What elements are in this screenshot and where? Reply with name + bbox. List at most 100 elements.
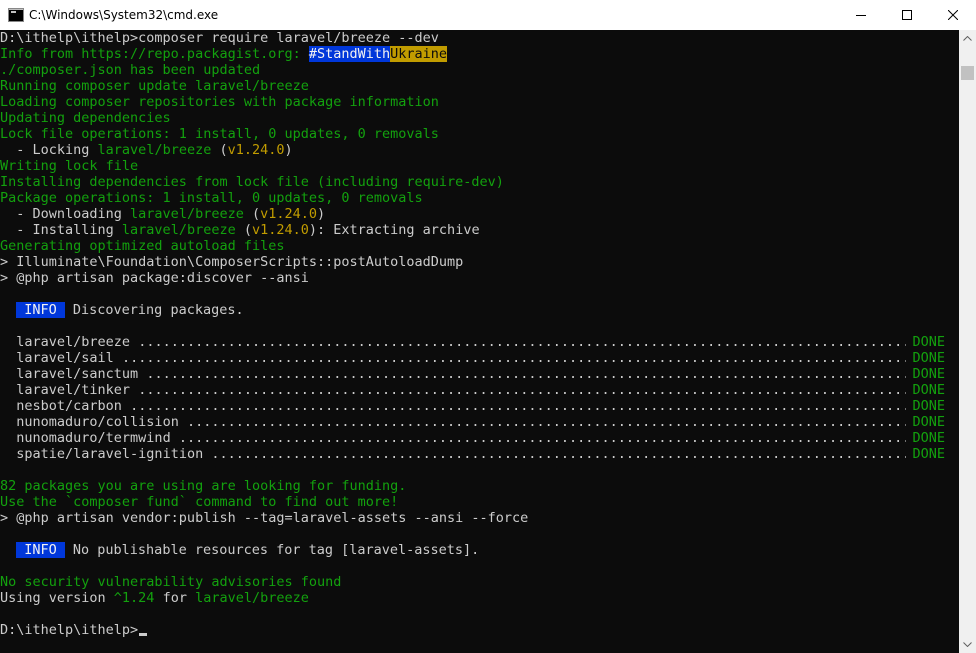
package-name: spatie/laravel-ignition <box>16 446 204 462</box>
console-text: v1.24.0 <box>260 206 318 222</box>
console-line: Using version ^1.24 for laravel/breeze <box>0 590 959 606</box>
console-text: ./composer.json has been updated <box>0 62 261 78</box>
package-name: laravel/sanctum <box>16 366 139 382</box>
leader-dots: nunomaduro/collision ...................… <box>16 414 906 430</box>
console-text: v1.24.0 <box>227 142 285 158</box>
console-line: Generating optimized autoload files <box>0 238 959 254</box>
window-title: C:\Windows\System32\cmd.exe <box>29 8 219 22</box>
package-name: laravel/tinker <box>16 382 131 398</box>
info-badge: INFO <box>16 302 65 318</box>
console-text: Updating dependencies <box>0 110 171 126</box>
cmd-icon <box>8 8 24 22</box>
console-line: Loading composer repositories with packa… <box>0 94 959 110</box>
console-text: Lock file operations: 1 install, 0 updat… <box>0 126 439 142</box>
console-text: - Installing <box>0 222 122 238</box>
info-badge: INFO <box>16 542 65 558</box>
scrollbar-thumb[interactable] <box>961 66 974 80</box>
package-name: nunomaduro/termwind <box>16 430 171 446</box>
close-icon <box>948 10 958 20</box>
status-done: DONE <box>912 366 945 382</box>
leader-dots: laravel/sail ...........................… <box>16 350 906 366</box>
prompt-text: D:\ithelp\ithelp> <box>0 622 139 638</box>
console-text: ( <box>211 142 228 158</box>
console-text: > @php artisan package:discover --ansi <box>0 270 309 286</box>
console-line: > @php artisan vendor:publish --tag=lara… <box>0 510 959 526</box>
package-line: laravel/sanctum ........................… <box>0 366 959 382</box>
console-text: Package operations: 1 install, 0 updates… <box>0 190 423 206</box>
console-output[interactable]: D:\ithelp\ithelp>composer require larave… <box>0 30 959 653</box>
console-text: v1.24.0 <box>251 222 309 238</box>
console-text: - Locking <box>0 142 98 158</box>
status-done: DONE <box>912 350 945 366</box>
console-line: Info from https://repo.packagist.org: #S… <box>0 46 959 62</box>
package-line: nesbot/carbon ..........................… <box>0 398 959 414</box>
leader-dots: laravel/sanctum ........................… <box>16 366 906 382</box>
console-text: ) <box>317 206 326 222</box>
console-text: 82 packages you are using are looking fo… <box>0 478 407 494</box>
package-name: laravel/breeze <box>16 334 131 350</box>
console-line: INFO Discovering packages. <box>0 302 959 318</box>
console-text: Using version <box>0 590 114 606</box>
console-text: Writing lock file <box>0 158 139 174</box>
console-window: C:\Windows\System32\cmd.exe D:\ithelp\it… <box>0 0 976 653</box>
console-line: Installing dependencies from lock file (… <box>0 174 959 190</box>
package-line: laravel/breeze .........................… <box>0 334 959 350</box>
status-done: DONE <box>912 334 945 350</box>
console-text: No security vulnerability advisories fou… <box>0 574 342 590</box>
console-text: Running composer update laravel/breeze <box>0 78 309 94</box>
title-bar[interactable]: C:\Windows\System32\cmd.exe <box>0 0 976 30</box>
console-line: ./composer.json has been updated <box>0 62 959 78</box>
console-text: Ukraine <box>390 46 448 62</box>
leader-dots: nunomaduro/termwind ....................… <box>16 430 906 446</box>
scroll-up-button[interactable] <box>959 30 976 47</box>
vertical-scrollbar[interactable] <box>959 30 976 653</box>
close-button[interactable] <box>930 0 976 30</box>
status-done: DONE <box>912 382 945 398</box>
console-line: > @php artisan package:discover --ansi <box>0 270 959 286</box>
package-name: nunomaduro/collision <box>16 414 179 430</box>
console-line: Writing lock file <box>0 158 959 174</box>
console-line: Updating dependencies <box>0 110 959 126</box>
console-line: 82 packages you are using are looking fo… <box>0 478 959 494</box>
console-text: Installing dependencies from lock file (… <box>0 174 504 190</box>
status-done: DONE <box>912 430 945 446</box>
console-line: Running composer update laravel/breeze <box>0 78 959 94</box>
console-text: laravel/breeze <box>121 222 236 238</box>
package-line: nunomaduro/collision ...................… <box>0 414 959 430</box>
package-name: laravel/sail <box>16 350 114 366</box>
console-text: Discovering packages. <box>64 302 244 318</box>
console-text: for <box>154 590 196 606</box>
console-line: - Installing laravel/breeze (v1.24.0): E… <box>0 222 959 238</box>
leader-dots: nesbot/carbon ..........................… <box>16 398 906 414</box>
console-text: Generating optimized autoload files <box>0 238 285 254</box>
package-line: laravel/tinker .........................… <box>0 382 959 398</box>
maximize-button[interactable] <box>884 0 930 30</box>
console-text: #StandWith <box>308 46 391 62</box>
console-text: ^1.24 <box>113 590 155 606</box>
console-line: No security vulnerability advisories fou… <box>0 574 959 590</box>
console-line: D:\ithelp\ithelp>composer require larave… <box>0 30 959 46</box>
status-done: DONE <box>912 398 945 414</box>
scroll-down-button[interactable] <box>959 636 976 653</box>
window-controls <box>838 0 976 30</box>
package-line: laravel/sail ...........................… <box>0 350 959 366</box>
console-text: Use the `composer fund` command to find … <box>0 494 399 510</box>
leader-dots: spatie/laravel-ignition ................… <box>16 446 906 462</box>
status-done: DONE <box>912 446 945 462</box>
console-line: - Downloading laravel/breeze (v1.24.0) <box>0 206 959 222</box>
console-text: ( <box>243 206 261 222</box>
package-line: spatie/laravel-ignition ................… <box>0 446 959 462</box>
maximize-icon <box>902 10 912 20</box>
leader-dots: laravel/tinker .........................… <box>16 382 906 398</box>
console-text: ( <box>235 222 252 238</box>
chevron-up-icon <box>963 36 972 41</box>
console-text: ): Extracting archive <box>308 222 480 238</box>
leader-dots: laravel/breeze .........................… <box>16 334 906 350</box>
minimize-button[interactable] <box>838 0 884 30</box>
console-text: ) <box>284 142 293 158</box>
